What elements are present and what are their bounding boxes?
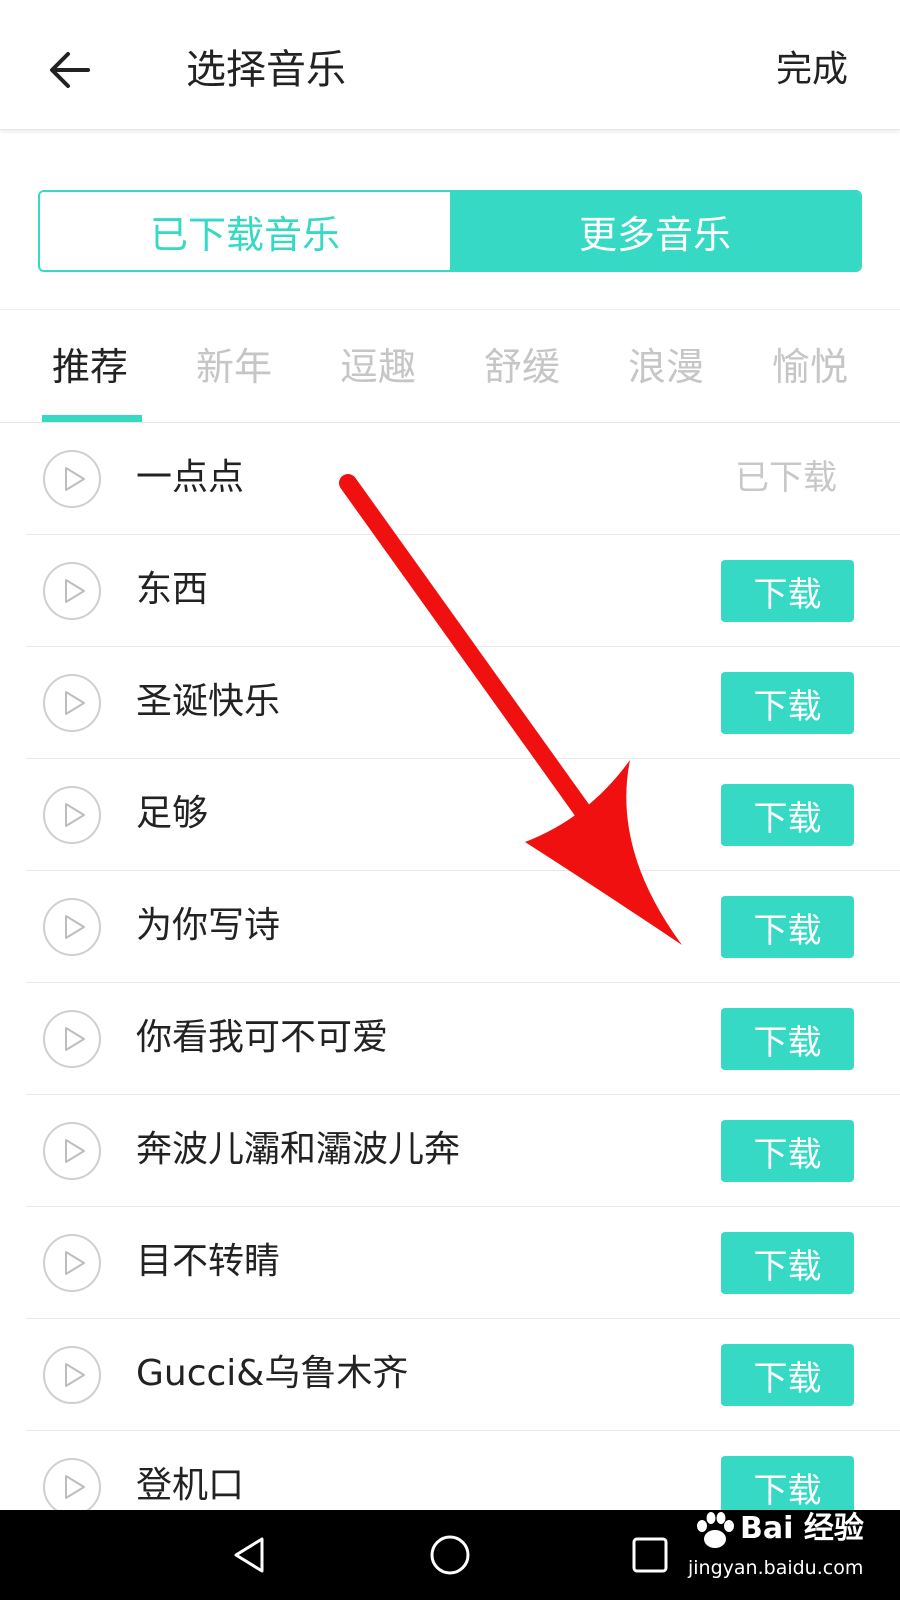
tab-joyful[interactable]: 愉悦 <box>772 342 848 392</box>
song-row: 你看我可不可爱 下载 <box>0 983 900 1095</box>
song-title: 登机口 <box>136 1465 245 1506</box>
play-icon[interactable] <box>42 561 102 621</box>
play-icon[interactable] <box>42 785 102 845</box>
music-source-segment: 已下载音乐 更多音乐 <box>38 190 862 272</box>
divider <box>0 309 900 310</box>
tab-recommended[interactable]: 推荐 <box>52 342 128 392</box>
page-title: 选择音乐 <box>186 47 346 93</box>
song-row: Gucci&乌鲁木齐 下载 <box>0 1319 900 1431</box>
song-row: 圣诞快乐 下载 <box>0 647 900 759</box>
download-button[interactable]: 下载 <box>721 1232 854 1294</box>
watermark-url: jingyan.baidu.com <box>688 1557 864 1579</box>
tab-romantic[interactable]: 浪漫 <box>628 342 704 392</box>
song-title: 圣诞快乐 <box>136 681 281 722</box>
play-icon[interactable] <box>42 1233 102 1293</box>
song-list: 一点点 已下载 东西 下载 圣诞快乐 下载 足够 下载 为你写诗 下载 你看我可… <box>0 423 900 1510</box>
download-button[interactable]: 下载 <box>721 1344 854 1406</box>
song-title: 一点点 <box>136 457 245 498</box>
download-button[interactable]: 下载 <box>721 672 854 734</box>
song-row: 足够 下载 <box>0 759 900 871</box>
song-row: 奔波儿灞和灞波儿奔 下载 <box>0 1095 900 1207</box>
play-icon[interactable] <box>42 1121 102 1181</box>
download-button[interactable]: 下载 <box>721 1456 854 1510</box>
play-icon[interactable] <box>42 449 102 509</box>
watermark-brand: Bai 经验 <box>740 1511 864 1546</box>
song-title: 足够 <box>136 793 209 834</box>
download-button[interactable]: 下载 <box>721 560 854 622</box>
song-row: 登机口 下载 <box>0 1431 900 1510</box>
active-tab-indicator <box>42 415 142 422</box>
done-button[interactable]: 完成 <box>776 42 848 98</box>
paw-logo-icon <box>697 1512 734 1548</box>
download-button[interactable]: 下载 <box>721 1120 854 1182</box>
song-row: 为你写诗 下载 <box>0 871 900 983</box>
downloaded-music-tab[interactable]: 已下载音乐 <box>40 192 450 270</box>
category-tabs: 推荐 新年 逗趣 舒缓 浪漫 愉悦 <box>0 312 900 422</box>
nav-home-icon[interactable] <box>428 1533 472 1577</box>
download-button[interactable]: 下载 <box>721 1008 854 1070</box>
song-title: 目不转睛 <box>136 1241 281 1282</box>
song-title: 东西 <box>136 569 209 610</box>
song-title: Gucci&乌鲁木齐 <box>136 1353 409 1394</box>
song-title: 奔波儿灞和灞波儿奔 <box>136 1129 461 1170</box>
play-icon[interactable] <box>42 897 102 957</box>
more-music-tab[interactable]: 更多音乐 <box>450 192 860 270</box>
nav-recents-icon[interactable] <box>628 1533 672 1577</box>
tab-new-year[interactable]: 新年 <box>196 342 272 392</box>
download-button[interactable]: 下载 <box>721 896 854 958</box>
play-icon[interactable] <box>42 1009 102 1069</box>
back-arrow-icon[interactable] <box>44 44 96 96</box>
header-bar: 选择音乐 完成 <box>0 0 900 130</box>
song-row: 目不转睛 下载 <box>0 1207 900 1319</box>
play-icon[interactable] <box>42 673 102 733</box>
nav-back-icon[interactable] <box>228 1533 272 1577</box>
song-row: 一点点 已下载 <box>0 423 900 535</box>
download-button[interactable]: 下载 <box>721 784 854 846</box>
tab-funny[interactable]: 逗趣 <box>340 342 416 392</box>
tab-soothing[interactable]: 舒缓 <box>484 342 560 392</box>
play-icon[interactable] <box>42 1457 102 1510</box>
song-title: 为你写诗 <box>136 905 281 946</box>
downloaded-status: 已下载 <box>735 458 837 498</box>
song-title: 你看我可不可爱 <box>136 1017 389 1058</box>
song-row: 东西 下载 <box>0 535 900 647</box>
baidu-watermark: Bai 经验 jingyan.baidu.com <box>688 1505 864 1595</box>
play-icon[interactable] <box>42 1345 102 1405</box>
